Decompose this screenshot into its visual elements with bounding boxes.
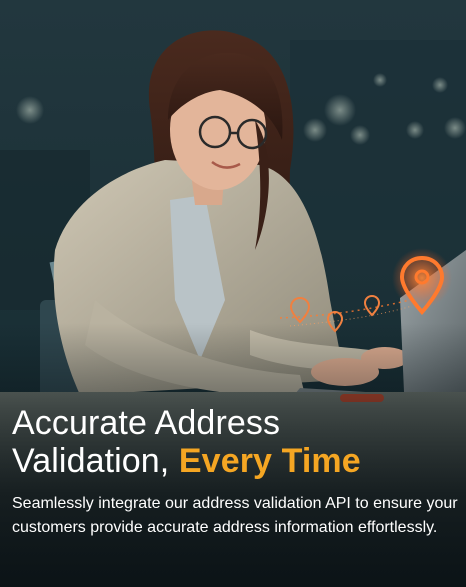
hero-description: Seamlessly integrate our address validat… [12, 495, 458, 536]
hero-headline: Accurate Address Validation, Every Time [12, 404, 460, 480]
hero-text-block: Accurate Address Validation, Every Time … [12, 404, 460, 540]
headline-line-1: Accurate Address [12, 404, 281, 442]
headline-line-2-prefix: Validation, [12, 442, 170, 480]
hero-banner: Accurate Address Validation, Every Time … [0, 0, 466, 587]
headline-accent: Every Time [178, 442, 361, 480]
